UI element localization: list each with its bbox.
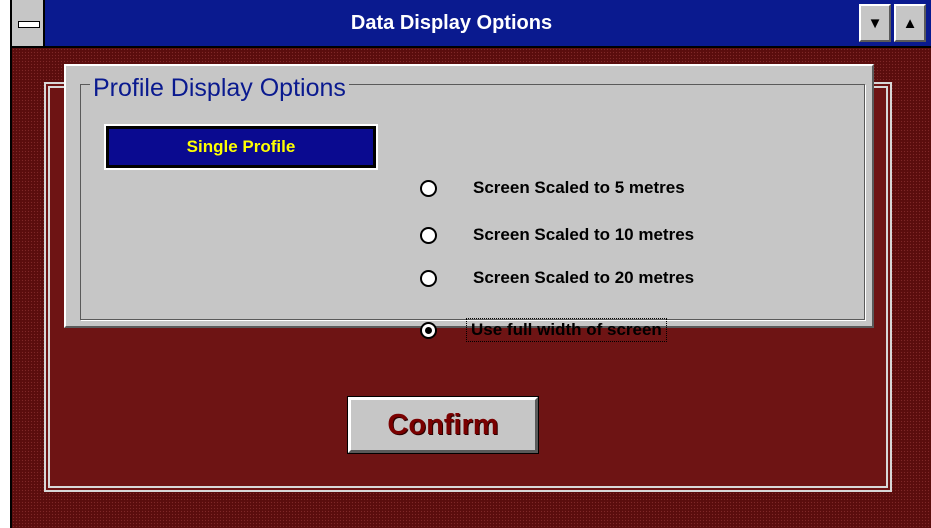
maximize-button[interactable]: ▲ bbox=[894, 4, 926, 42]
radio-label: Screen Scaled to 20 metres bbox=[473, 268, 695, 287]
radio-circle-icon[interactable] bbox=[420, 179, 437, 197]
radio-label: Screen Scaled to 10 metres bbox=[473, 225, 695, 244]
radio-20-metres[interactable]: Screen Scaled to 20 metres bbox=[420, 263, 694, 293]
group-label: Profile Display Options bbox=[90, 72, 349, 104]
system-menu-icon[interactable] bbox=[12, 0, 45, 46]
radio-10-metres[interactable]: Screen Scaled to 10 metres bbox=[420, 220, 694, 250]
minimize-button[interactable]: ▼ bbox=[859, 4, 891, 42]
title-bar: Data Display Options ▼ ▲ bbox=[12, 0, 931, 48]
radio-label: Screen Scaled to 5 metres bbox=[473, 178, 685, 197]
window-title: Data Display Options bbox=[350, 12, 553, 34]
radio-label: Use full width of screen bbox=[466, 318, 667, 342]
radio-circle-icon[interactable] bbox=[420, 269, 437, 287]
radio-5-metres[interactable]: Screen Scaled to 5 metres bbox=[420, 173, 685, 203]
radio-selected-icon[interactable] bbox=[420, 321, 437, 339]
single-profile-button[interactable]: Single Profile bbox=[104, 124, 378, 170]
confirm-button[interactable]: Confirm bbox=[347, 396, 539, 454]
radio-circle-icon[interactable] bbox=[420, 226, 437, 244]
arrow-up-icon: ▲ bbox=[902, 14, 918, 32]
arrow-down-icon: ▼ bbox=[867, 14, 883, 32]
radio-full-width[interactable]: Use full width of screen bbox=[420, 315, 667, 345]
